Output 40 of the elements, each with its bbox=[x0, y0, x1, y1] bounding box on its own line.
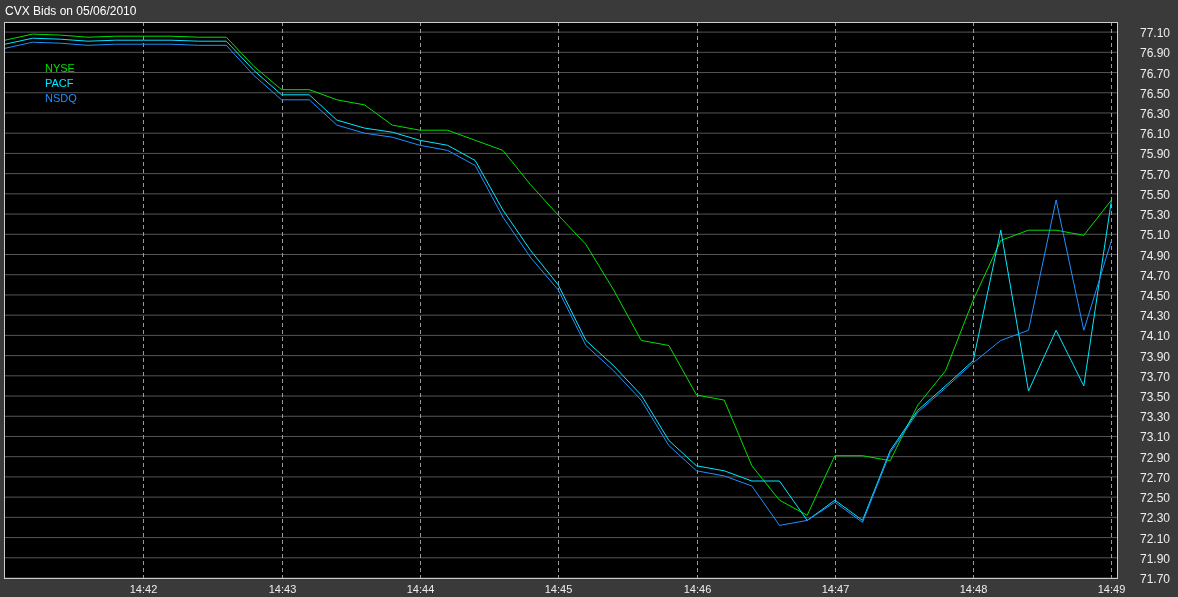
axis-label: 76.10 bbox=[1139, 127, 1170, 142]
axis-label: 76.90 bbox=[1139, 46, 1170, 61]
axis-label: 14:45 bbox=[544, 583, 573, 595]
axis-label: 73.70 bbox=[1139, 369, 1170, 384]
axis-label: 76.70 bbox=[1139, 66, 1170, 81]
axis-label: 14:46 bbox=[683, 583, 712, 595]
axis-label: 14:44 bbox=[406, 583, 435, 595]
axis-label: 14:43 bbox=[268, 583, 297, 595]
axis-label: 74.50 bbox=[1139, 288, 1170, 303]
legend-label: PACF bbox=[45, 77, 74, 89]
axis-label: 72.30 bbox=[1139, 511, 1170, 526]
axis-label: 72.50 bbox=[1139, 491, 1170, 506]
axis-label: 72.70 bbox=[1139, 470, 1170, 485]
axis-label: 71.70 bbox=[1139, 572, 1170, 586]
axis-label: 75.10 bbox=[1139, 228, 1170, 243]
axis-label: 75.70 bbox=[1139, 167, 1170, 182]
axis-label: 74.10 bbox=[1139, 329, 1170, 344]
axis-label: 73.10 bbox=[1139, 430, 1170, 445]
axis-label: 74.70 bbox=[1139, 268, 1170, 283]
axis-label: 75.30 bbox=[1139, 208, 1170, 223]
axis-label: 77.10 bbox=[1139, 26, 1170, 41]
legend-label: NYSE bbox=[45, 62, 75, 74]
chart-title: CVX Bids on 05/06/2010 bbox=[4, 3, 138, 20]
axis-label: 14:42 bbox=[129, 583, 158, 595]
axis-label: 76.30 bbox=[1139, 107, 1170, 121]
axis-label: 74.30 bbox=[1139, 309, 1170, 324]
axis-label: 14:48 bbox=[959, 583, 988, 595]
axis-label: 75.90 bbox=[1139, 147, 1170, 162]
axis-label: 76.50 bbox=[1139, 86, 1170, 101]
axis-label: 72.10 bbox=[1139, 531, 1170, 546]
axis-label: 73.50 bbox=[1139, 390, 1170, 405]
axis-label: 73.90 bbox=[1139, 349, 1170, 364]
axis-label: 73.30 bbox=[1139, 410, 1170, 425]
axis-label: 72.90 bbox=[1139, 450, 1170, 465]
axis-label: 75.50 bbox=[1139, 187, 1170, 202]
legend-label: NSDQ bbox=[45, 92, 77, 104]
axis-label: 74.90 bbox=[1139, 248, 1170, 263]
axis-label: 14:47 bbox=[821, 583, 850, 595]
axis-label: 14:49 bbox=[1097, 583, 1126, 595]
axis-label: 71.90 bbox=[1139, 551, 1170, 566]
